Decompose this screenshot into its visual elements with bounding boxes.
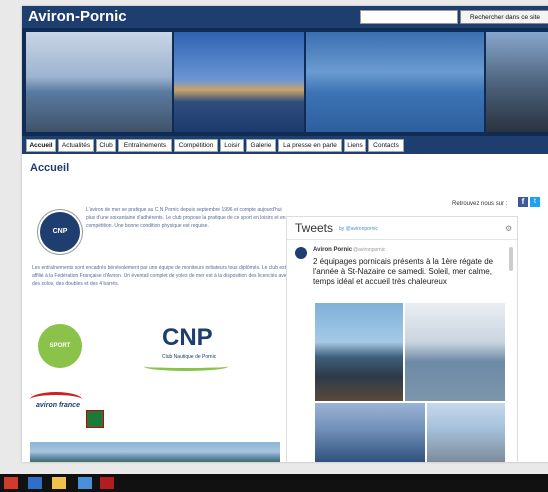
tweet-text: 2 équipages pornicais présents à la 1ère… bbox=[313, 257, 494, 286]
taskbar-pdf-icon[interactable] bbox=[100, 477, 114, 489]
intro-text: L'aviron de mer se pratique au C.N.Porni… bbox=[86, 207, 286, 229]
taskbar-folder-icon[interactable] bbox=[52, 477, 66, 489]
banner-photo-boat-4 bbox=[486, 32, 548, 132]
twitter-icon[interactable]: t bbox=[530, 197, 540, 207]
nav-galerie[interactable]: Galerie bbox=[246, 139, 276, 152]
nav-competition[interactable]: Compétition bbox=[174, 139, 218, 152]
cnp-logo: CNP Club Nautique de Pornic bbox=[144, 324, 236, 371]
sponsor-logo bbox=[86, 410, 104, 428]
nav-entrainements[interactable]: Entraînements bbox=[118, 139, 172, 152]
tweet-photo-team[interactable] bbox=[315, 303, 403, 401]
site-header: Aviron-Pornic Rechercher dans ce site bbox=[22, 6, 548, 28]
tweet-author[interactable]: Aviron Pornic bbox=[313, 247, 352, 253]
taskbar-app-icon-1[interactable] bbox=[4, 477, 18, 489]
search-button[interactable]: Rechercher dans ce site bbox=[460, 10, 548, 24]
aviron-france-logo: aviron france bbox=[30, 390, 82, 420]
ffa-logo-text: aviron france bbox=[36, 402, 80, 409]
club-logo: CNP bbox=[38, 210, 82, 254]
taskbar-app-icon-4[interactable] bbox=[78, 477, 92, 489]
facebook-icon[interactable]: f bbox=[518, 197, 528, 207]
nav-accueil[interactable]: Accueil bbox=[26, 139, 56, 152]
body-text: Les entraînements sont encadrés bénévole… bbox=[32, 265, 290, 287]
tweets-by[interactable]: by @avironpornic bbox=[339, 226, 378, 232]
site-title[interactable]: Aviron-Pornic bbox=[28, 8, 127, 25]
nav-loisir[interactable]: Loisir bbox=[220, 139, 244, 152]
search-input[interactable] bbox=[360, 10, 458, 24]
social-label: Retrouvez nous sur : bbox=[452, 201, 508, 207]
page-title: Accueil bbox=[30, 162, 70, 174]
tweets-divider bbox=[287, 239, 517, 240]
tweet-photo-boat[interactable] bbox=[405, 303, 505, 401]
banner-photo-boat-2 bbox=[174, 32, 304, 132]
nav-actualites[interactable]: Actualités bbox=[58, 139, 94, 152]
header-banner bbox=[22, 28, 548, 136]
tweet-avatar[interactable] bbox=[295, 247, 307, 259]
tweet-photo-crew[interactable] bbox=[427, 403, 505, 462]
cnp-swoosh bbox=[144, 362, 228, 371]
cnp-logo-subtitle: Club Nautique de Pornic bbox=[162, 354, 217, 360]
tweet-photo-sea[interactable] bbox=[315, 403, 425, 462]
nav-club[interactable]: Club bbox=[96, 139, 116, 152]
website-frame: Aviron-Pornic Rechercher dans ce site Ac… bbox=[22, 6, 548, 462]
os-taskbar bbox=[0, 474, 548, 492]
main-nav: Accueil Actualités Club Entraînements Co… bbox=[22, 136, 548, 154]
tweets-scrollbar[interactable] bbox=[509, 247, 513, 271]
coast-photo bbox=[30, 442, 280, 462]
taskbar-app-icon-2[interactable] bbox=[28, 477, 42, 489]
twitter-widget: Tweets by @avironpornic ⚙ Aviron Pornic … bbox=[286, 216, 518, 462]
nav-presse[interactable]: La presse en parle bbox=[278, 139, 342, 152]
nav-liens[interactable]: Liens bbox=[344, 139, 366, 152]
nav-contacts[interactable]: Contacts bbox=[368, 139, 404, 152]
banner-photo-rowers-3 bbox=[306, 32, 484, 132]
tweets-settings-icon[interactable]: ⚙ bbox=[505, 224, 512, 233]
tweet-author-name[interactable]: Aviron Pornic bbox=[313, 247, 352, 253]
banner-photo-rowers-1 bbox=[26, 32, 172, 132]
cnp-logo-mark: CNP bbox=[162, 324, 213, 351]
sport-sante-logo: SPORT bbox=[38, 324, 82, 368]
tweets-header: Tweets bbox=[295, 221, 334, 235]
tweet-handle[interactable]: @avironpornic bbox=[353, 247, 385, 253]
